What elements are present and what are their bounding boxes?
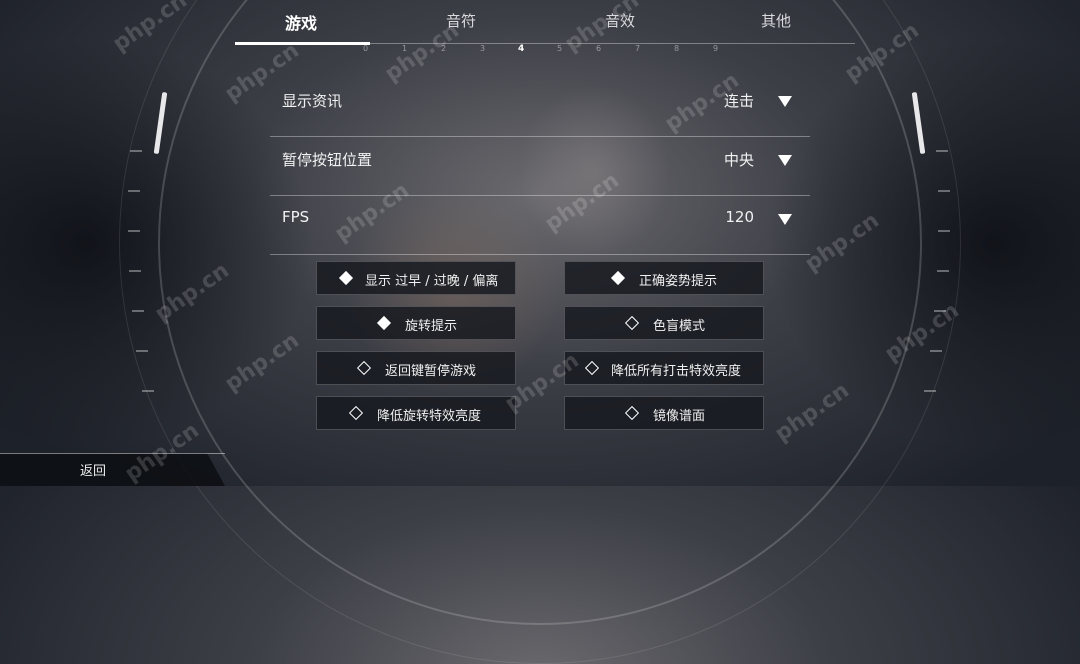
toggle-label: 正确姿势提示 <box>639 274 718 289</box>
toggle-label: 显示 过早 / 过晚 / 偏离 <box>365 274 499 289</box>
setting-value: 中央 <box>723 151 754 169</box>
toggle-label: 色盲模式 <box>653 319 706 334</box>
toggle-label: 降低所有打击特效亮度 <box>611 364 742 379</box>
checked-diamond-icon <box>610 270 626 286</box>
toggle-label: 降低旋转特效亮度 <box>377 409 482 424</box>
left-tick-marks <box>128 40 158 420</box>
scale-label-active: 4 <box>518 44 525 54</box>
scale-label: 9 <box>713 44 719 53</box>
scale-label: 6 <box>596 44 602 53</box>
dropdown-arrow-icon[interactable] <box>778 214 792 225</box>
toggle-posture-hint[interactable]: 正确姿势提示 <box>564 261 764 295</box>
scale-label: 0 <box>363 44 369 53</box>
scale-label: 7 <box>635 44 641 53</box>
active-tab-indicator <box>235 42 370 45</box>
toggle-label: 镜像谱面 <box>653 409 706 424</box>
tab-other[interactable]: 其他 <box>761 10 791 31</box>
scale-label: 8 <box>674 44 680 53</box>
dropdown-arrow-icon[interactable] <box>778 155 792 166</box>
setting-value: 120 <box>725 208 754 226</box>
toggle-back-key-pause[interactable]: 返回键暂停游戏 <box>316 351 516 385</box>
unchecked-diamond-icon <box>348 405 364 421</box>
back-button-edge <box>0 453 225 454</box>
toggle-show-timing-offset[interactable]: 显示 过早 / 过晚 / 偏离 <box>316 261 516 295</box>
unchecked-diamond-icon <box>624 315 640 331</box>
dropdown-arrow-icon[interactable] <box>778 96 792 107</box>
scale-label: 3 <box>480 44 486 53</box>
unchecked-diamond-icon <box>356 360 372 376</box>
checked-diamond-icon <box>376 315 392 331</box>
scale-label: 5 <box>557 44 563 53</box>
setting-label: FPS <box>282 208 310 226</box>
unchecked-diamond-icon <box>624 405 640 421</box>
toggle-label: 返回键暂停游戏 <box>385 364 477 379</box>
right-tick-marks <box>920 40 950 420</box>
toggle-colorblind-mode[interactable]: 色盲模式 <box>564 306 764 340</box>
setting-label: 暂停按钮位置 <box>282 151 373 169</box>
checked-diamond-icon <box>338 270 354 286</box>
back-button-panel <box>0 453 225 486</box>
toggle-mirror-chart[interactable]: 镜像谱面 <box>564 396 764 430</box>
tab-bar: 游戏 音符 音效 其他 0 1 2 3 4 5 6 7 8 9 <box>235 0 855 54</box>
tab-game[interactable]: 游戏 <box>285 10 317 34</box>
setting-pause-button-position[interactable]: 暂停按钮位置 中央 <box>270 137 810 196</box>
unchecked-diamond-icon <box>584 360 600 376</box>
setting-label: 显示资讯 <box>282 92 343 110</box>
toggle-rotation-hint[interactable]: 旋转提示 <box>316 306 516 340</box>
toggle-reduce-hit-effect-brightness[interactable]: 降低所有打击特效亮度 <box>564 351 764 385</box>
back-button-label: 返回 <box>80 464 107 479</box>
toggle-label: 旋转提示 <box>405 319 458 334</box>
toggle-reduce-rotation-effect-brightness[interactable]: 降低旋转特效亮度 <box>316 396 516 430</box>
